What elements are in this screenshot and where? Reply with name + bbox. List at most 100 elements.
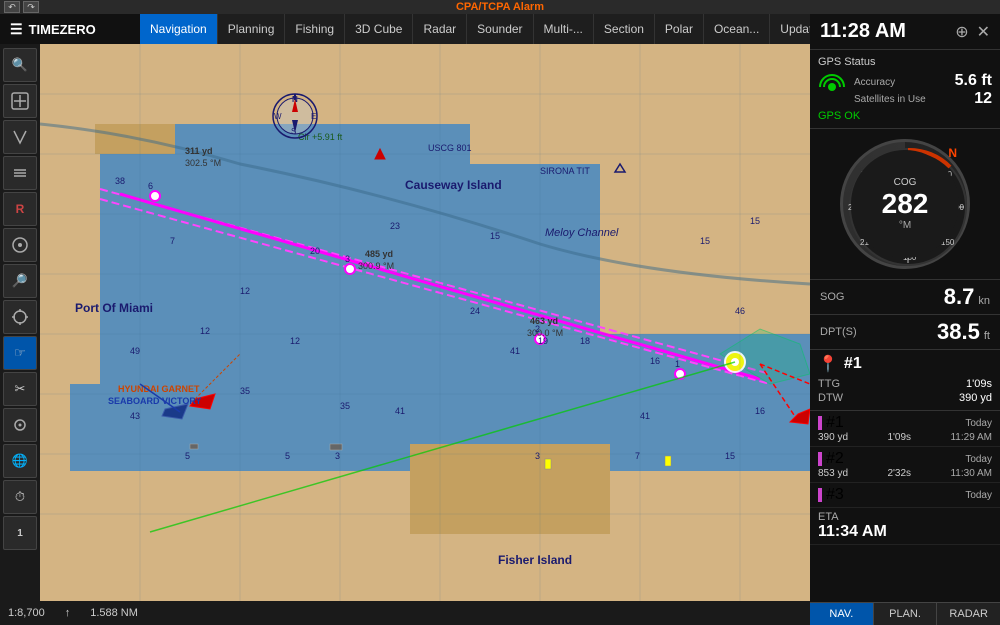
tab-3dcube[interactable]: 3D Cube bbox=[345, 14, 413, 44]
gps-signal-icon bbox=[818, 73, 846, 107]
map-area[interactable]: 38 7 12 20 23 24 41 18 16 46 16 49 12 12… bbox=[40, 44, 810, 611]
route-3-color bbox=[818, 488, 822, 502]
svg-text:5: 5 bbox=[285, 451, 290, 461]
waypoint-section: 📍 #1 TTG 1'09s DTW 390 yd bbox=[810, 350, 1000, 411]
dpt-label: DPT(S) bbox=[820, 326, 857, 338]
route-2-dist: 853 yd bbox=[818, 468, 848, 479]
sog-row: SOG 8.7 kn bbox=[810, 280, 1000, 315]
sidebar-globe[interactable]: 🌐 bbox=[3, 444, 37, 478]
route-2-color bbox=[818, 452, 822, 466]
sidebar-pan[interactable]: ☞ bbox=[3, 336, 37, 370]
svg-text:15: 15 bbox=[725, 451, 735, 461]
dpt-value-row: 38.5 ft bbox=[937, 319, 990, 345]
undo-button[interactable]: ↶ bbox=[4, 1, 20, 13]
svg-text:18: 18 bbox=[580, 336, 590, 346]
right-bottom-nav: NAV. PLAN. RADAR bbox=[810, 602, 1000, 625]
sidebar-extra[interactable]: 1 bbox=[3, 516, 37, 550]
sidebar-tool-2[interactable] bbox=[3, 84, 37, 118]
nav-btn-radar[interactable]: RADAR bbox=[937, 603, 1000, 625]
tab-fishing[interactable]: Fishing bbox=[285, 14, 345, 44]
sidebar-cut[interactable]: ✂ bbox=[3, 372, 37, 406]
waypoint-title-row: 📍 #1 bbox=[818, 354, 992, 374]
scale-value: 1:8,700 bbox=[8, 607, 45, 619]
svg-text:24: 24 bbox=[470, 306, 480, 316]
land-mid-left bbox=[40, 124, 100, 384]
cog-gauge: 360 30 90 150 180 210 270 300 COG 282 °M bbox=[840, 139, 970, 269]
gauge-inner: COG 282 °M bbox=[851, 150, 959, 258]
menu-icon[interactable]: ☰ bbox=[10, 21, 23, 38]
nav-btn-plan[interactable]: PLAN. bbox=[874, 603, 938, 625]
svg-text:41: 41 bbox=[395, 406, 405, 416]
tab-radar[interactable]: Radar bbox=[413, 14, 467, 44]
redo-button[interactable]: ↷ bbox=[23, 1, 39, 13]
route-item-1: #1 Today 390 yd 1'09s 11:29 AM bbox=[810, 411, 1000, 447]
tab-navigation[interactable]: Navigation bbox=[140, 14, 218, 44]
svg-text:43: 43 bbox=[130, 411, 140, 421]
svg-text:HYUNDAI GARNET: HYUNDAI GARNET bbox=[118, 384, 200, 394]
land-top-left bbox=[40, 44, 470, 124]
sidebar-tool-3[interactable] bbox=[3, 120, 37, 154]
gps-details: Accuracy 5.6 ft Satellites in Use 12 bbox=[854, 72, 992, 108]
svg-text:12: 12 bbox=[200, 326, 210, 336]
route-list: #1 Today 390 yd 1'09s 11:29 AM #2 Today … bbox=[810, 411, 1000, 602]
app-logo: ☰ TIMEZERO bbox=[0, 14, 140, 44]
route-2-time: 11:30 AM bbox=[950, 468, 992, 479]
svg-text:300.9 °M: 300.9 °M bbox=[358, 261, 394, 271]
sog-unit: kn bbox=[978, 295, 990, 307]
cog-value: 282 bbox=[882, 188, 929, 220]
svg-text:1: 1 bbox=[675, 359, 680, 369]
close-panel-button[interactable]: ✕ bbox=[977, 22, 990, 42]
nav-btn-nav[interactable]: NAV. bbox=[810, 603, 874, 625]
tab-ocean[interactable]: Ocean... bbox=[704, 14, 770, 44]
tab-multi[interactable]: Multi-... bbox=[534, 14, 594, 44]
svg-text:3: 3 bbox=[335, 451, 340, 461]
compass-indicator: ↑ bbox=[65, 607, 71, 619]
route-item-1-bottom: 390 yd 1'09s 11:29 AM bbox=[818, 432, 992, 443]
sidebar-tool-4[interactable] bbox=[3, 156, 37, 190]
gps-ok-status: GPS OK bbox=[818, 110, 992, 122]
cog-label: COG bbox=[894, 177, 917, 188]
ttg-row: TTG 1'09s bbox=[818, 378, 992, 390]
sidebar-timer[interactable]: ⏱ bbox=[3, 480, 37, 514]
ttg-value: 1'09s bbox=[966, 378, 992, 390]
add-clock-button[interactable]: ⊕ bbox=[955, 22, 968, 42]
tab-sounder[interactable]: Sounder bbox=[467, 14, 533, 44]
gps-row: Accuracy 5.6 ft Satellites in Use 12 bbox=[818, 72, 992, 108]
svg-text:USCG 801: USCG 801 bbox=[428, 143, 472, 153]
clock-time: 11:28 AM bbox=[820, 20, 906, 43]
sidebar-crosshair[interactable] bbox=[3, 300, 37, 334]
sidebar-search[interactable]: 🔎 bbox=[3, 264, 37, 298]
route-1-date: Today bbox=[965, 418, 992, 429]
gps-satellites-value: 12 bbox=[974, 90, 992, 108]
sidebar-ais[interactable] bbox=[3, 228, 37, 262]
ttg-label: TTG bbox=[818, 378, 840, 390]
svg-text:16: 16 bbox=[650, 356, 660, 366]
route-1-dist: 390 yd bbox=[818, 432, 848, 443]
title-bar-controls: ↶ ↷ bbox=[4, 1, 39, 13]
tab-section[interactable]: Section bbox=[594, 14, 655, 44]
tab-polar[interactable]: Polar bbox=[655, 14, 704, 44]
sog-value-row: 8.7 kn bbox=[944, 284, 990, 310]
right-panel: 11:28 AM ⊕ ✕ GPS Status Accuracy 5.6 ft … bbox=[810, 14, 1000, 625]
route-3-num: #3 bbox=[818, 486, 844, 504]
gauge-north-marker: N bbox=[948, 146, 957, 160]
land-dark-2 bbox=[410, 444, 610, 534]
svg-text:485 yd: 485 yd bbox=[365, 249, 393, 259]
svg-text:5: 5 bbox=[185, 451, 190, 461]
sog-label: SOG bbox=[820, 291, 844, 303]
dpt-value: 38.5 bbox=[937, 319, 980, 345]
sidebar-mark[interactable] bbox=[3, 408, 37, 442]
sidebar-radar[interactable]: R bbox=[3, 192, 37, 226]
sog-value: 8.7 bbox=[944, 284, 975, 310]
route-item-2-top: #2 Today bbox=[818, 450, 992, 468]
svg-text:6: 6 bbox=[148, 181, 153, 191]
gps-status: GPS Status Accuracy 5.6 ft Satellites in… bbox=[810, 50, 1000, 129]
gps-section-title: GPS Status bbox=[818, 56, 992, 68]
tab-planning[interactable]: Planning bbox=[218, 14, 286, 44]
eta-value: 11:34 AM bbox=[818, 523, 992, 541]
sidebar-zoom-in[interactable]: 🔍 bbox=[3, 48, 37, 82]
waypoint-name: #1 bbox=[844, 355, 862, 373]
route-2-num: #2 bbox=[818, 450, 844, 468]
svg-text:Causeway Island: Causeway Island bbox=[405, 178, 502, 192]
dtw-value: 390 yd bbox=[959, 392, 992, 404]
